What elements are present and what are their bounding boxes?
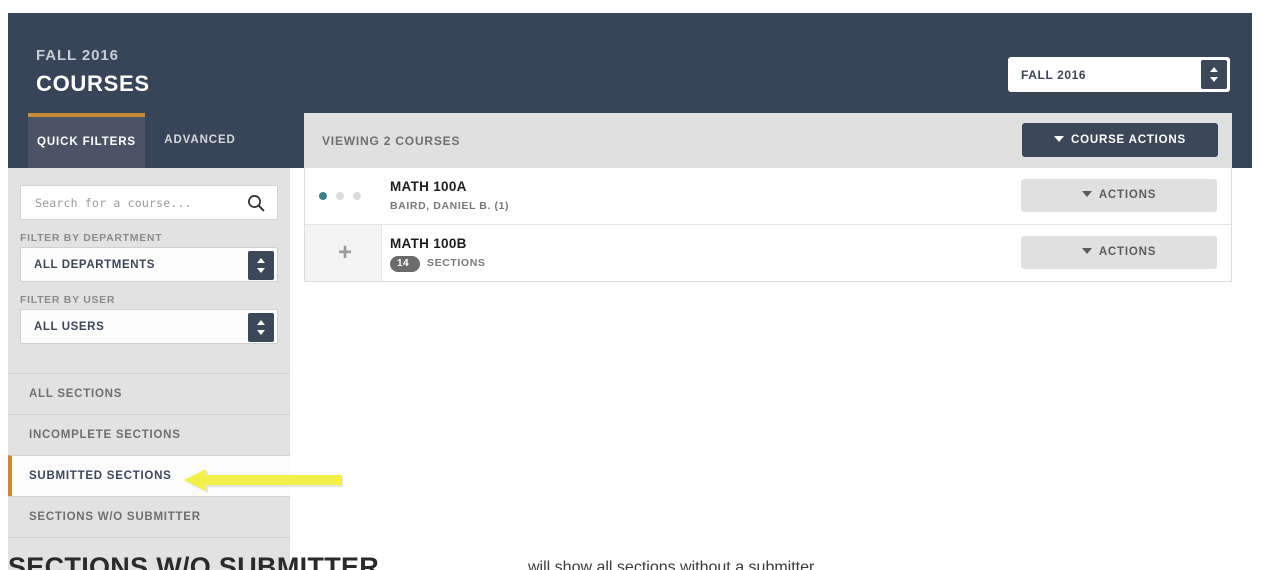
- sections-count-badge: 14: [390, 256, 420, 272]
- sidebar-item-label: SECTIONS W/O SUBMITTER: [29, 511, 201, 523]
- status-dot-1: [319, 192, 327, 200]
- tab-quick-filters[interactable]: QUICK FILTERS: [28, 113, 145, 168]
- courses-page: FALL 2016 COURSES FALL 2016 QUICK FILTER…: [0, 0, 1272, 570]
- user-filter-value: ALL USERS: [34, 321, 105, 333]
- row-actions-label: ACTIONS: [1098, 189, 1157, 201]
- sections-label: SECTIONS: [427, 257, 486, 269]
- bottom-caption-heading: SECTIONS W/O SUBMITTER: [8, 556, 379, 570]
- status-dot-2: [336, 192, 344, 200]
- user-filter-select[interactable]: ALL USERS: [20, 309, 278, 344]
- course-list-header: VIEWING 2 COURSES COURSE ACTIONS: [304, 113, 1232, 168]
- plus-icon[interactable]: +: [335, 241, 355, 265]
- status-dot-3: [353, 192, 361, 200]
- header-term-label: FALL 2016: [36, 47, 119, 64]
- tab-quick-filters-label: QUICK FILTERS: [36, 136, 136, 148]
- stepper-updown-icon[interactable]: [248, 313, 274, 342]
- course-list: MATH 100A BAIRD, DANIEL B. (1) ACTIONS +…: [304, 168, 1232, 282]
- sidebar-item-label: INCOMPLETE SECTIONS: [29, 429, 181, 441]
- filter-sidebar: Search for a course... FILTER BY DEPARTM…: [8, 168, 290, 570]
- sidebar-item-label: SUBMITTED SECTIONS: [29, 470, 172, 482]
- course-subtitle: 14 SECTIONS: [390, 256, 485, 272]
- course-list-panel: VIEWING 2 COURSES COURSE ACTIONS MATH 10…: [304, 113, 1232, 282]
- row-actions-label: ACTIONS: [1098, 246, 1157, 258]
- department-filter-select[interactable]: ALL DEPARTMENTS: [20, 247, 278, 282]
- viewing-count-text: VIEWING 2 COURSES: [322, 134, 461, 148]
- search-icon[interactable]: [247, 194, 265, 212]
- department-filter-value: ALL DEPARTMENTS: [34, 259, 156, 271]
- department-filter-label: FILTER BY DEPARTMENT: [20, 232, 163, 244]
- status-dots: [319, 192, 370, 200]
- sidebar-nav-list: ALL SECTIONS INCOMPLETE SECTIONS SUBMITT…: [8, 373, 290, 570]
- row-actions-button[interactable]: ACTIONS: [1021, 236, 1217, 269]
- course-actions-button[interactable]: COURSE ACTIONS: [1022, 123, 1218, 157]
- filter-tabs: QUICK FILTERS ADVANCED: [28, 113, 255, 168]
- sidebar-item-label: ALL SECTIONS: [29, 388, 123, 400]
- course-title: MATH 100A: [390, 179, 467, 194]
- sidebar-item-incomplete-sections[interactable]: INCOMPLETE SECTIONS: [8, 414, 290, 455]
- row-marker-expand[interactable]: +: [305, 225, 382, 281]
- chevron-down-icon: [1081, 247, 1092, 254]
- tab-advanced-label: ADVANCED: [164, 134, 236, 146]
- sidebar-item-all-sections[interactable]: ALL SECTIONS: [8, 373, 290, 414]
- user-filter-label: FILTER BY USER: [20, 294, 116, 306]
- stepper-updown-icon[interactable]: [248, 251, 274, 280]
- bottom-caption: SECTIONS W/O SUBMITTER will show all sec…: [8, 556, 1208, 570]
- stepper-updown-icon[interactable]: [1201, 60, 1227, 89]
- search-placeholder: Search for a course...: [35, 196, 192, 210]
- sidebar-item-sections-wo-submitter[interactable]: SECTIONS W/O SUBMITTER: [8, 496, 290, 537]
- course-subtitle: BAIRD, DANIEL B. (1): [390, 200, 510, 212]
- chevron-down-icon: [1081, 190, 1092, 197]
- bottom-caption-text: will show all sections without a submitt…: [528, 559, 815, 570]
- course-title: MATH 100B: [390, 236, 467, 251]
- page-title: COURSES: [36, 71, 150, 96]
- chevron-down-icon: [1054, 135, 1065, 142]
- course-actions-label: COURSE ACTIONS: [1071, 134, 1186, 146]
- row-actions-button[interactable]: ACTIONS: [1021, 179, 1217, 212]
- term-select[interactable]: FALL 2016: [1008, 57, 1230, 92]
- sidebar-item-submitted-sections[interactable]: SUBMITTED SECTIONS: [8, 455, 290, 496]
- tab-advanced[interactable]: ADVANCED: [145, 113, 255, 168]
- row-marker-status: [305, 168, 381, 224]
- table-row[interactable]: + MATH 100B 14 SECTIONS ACTIONS: [305, 225, 1231, 281]
- search-input[interactable]: Search for a course...: [20, 185, 278, 220]
- table-row[interactable]: MATH 100A BAIRD, DANIEL B. (1) ACTIONS: [305, 168, 1231, 225]
- term-select-value: FALL 2016: [1021, 68, 1087, 82]
